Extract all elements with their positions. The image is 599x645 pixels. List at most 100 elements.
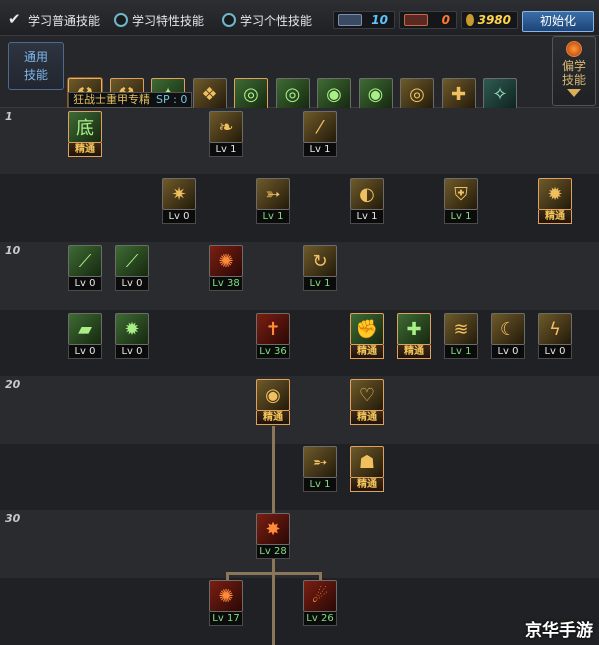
skill-slot[interactable]: ✺ Lv 38 bbox=[209, 245, 243, 291]
skill-slot[interactable]: ♡ 精通 bbox=[350, 379, 384, 425]
chevron-down-icon bbox=[567, 89, 581, 97]
level-marker: 30 bbox=[5, 512, 21, 525]
skill-slot[interactable]: ↻ Lv 1 bbox=[303, 245, 337, 291]
skill-level-label: Lv 38 bbox=[209, 277, 243, 291]
skill-icon: ❧ bbox=[209, 111, 243, 143]
skill-icon: ➳ bbox=[256, 178, 290, 210]
skill-level-label: Lv 36 bbox=[256, 345, 290, 359]
skill-level-label: 精通 bbox=[397, 345, 431, 359]
skill-icon: ↻ bbox=[303, 245, 337, 277]
watermark: 京华手游 bbox=[525, 621, 593, 641]
top-bar: ✔ 学习普通技能 学习特性技能 学习个性技能 10 0 3980 初始化 bbox=[0, 0, 599, 36]
common-skills-button[interactable]: 通用技能 bbox=[8, 42, 64, 90]
skill-level-label: Lv 1 bbox=[350, 210, 384, 224]
skill-icon: ✚ bbox=[441, 78, 476, 110]
skill-slot[interactable]: ⟋ Lv 0 bbox=[68, 245, 102, 291]
skill-slot[interactable]: ☾ Lv 0 bbox=[491, 313, 525, 359]
skill-icon: ✺ bbox=[209, 580, 243, 612]
skill-icon: ✧ bbox=[483, 78, 517, 110]
skill-icon: ➵ bbox=[303, 446, 337, 478]
skill-level-label: 精通 bbox=[68, 143, 102, 157]
radio-icon bbox=[114, 13, 128, 27]
skill-slot[interactable]: ✹ 精通 bbox=[538, 178, 572, 224]
ribbon-icon bbox=[404, 14, 428, 26]
skill-slot[interactable]: ✊ 精通 bbox=[350, 313, 384, 359]
skill-icon: ▰ bbox=[68, 313, 102, 345]
sp-value: 10 bbox=[371, 13, 388, 27]
skill-icon: ⟋ bbox=[68, 245, 102, 277]
skill-level-label: Lv 26 bbox=[303, 612, 337, 626]
skill-level-label: Lv 17 bbox=[209, 612, 243, 626]
skill-level-label: Lv 1 bbox=[444, 345, 478, 359]
skill-level-label: Lv 28 bbox=[256, 545, 290, 559]
skill-slot[interactable]: ▰ Lv 0 bbox=[68, 313, 102, 359]
skill-slot[interactable]: ❧ Lv 1 bbox=[209, 111, 243, 157]
tab-normal-skills[interactable]: ✔ 学习普通技能 bbox=[8, 10, 100, 30]
skill-slot[interactable]: ≋ Lv 1 bbox=[444, 313, 478, 359]
skill-icon: ✝ bbox=[256, 313, 290, 345]
tooltip-skill-name: 狂战士重甲专精 bbox=[73, 93, 150, 106]
skill-slot[interactable]: 底精通 bbox=[68, 111, 102, 157]
skill-icon: ≋ bbox=[444, 313, 478, 345]
skill-slot[interactable]: ⁄ Lv 1 bbox=[303, 111, 337, 157]
skill-level-label: Lv 1 bbox=[303, 478, 337, 492]
tab-trait-skills[interactable]: 学习特性技能 bbox=[114, 10, 204, 30]
unique-skills-button[interactable]: 偏学技能 bbox=[552, 36, 596, 106]
skill-icon: ☾ bbox=[491, 313, 525, 345]
skill-slot[interactable]: ➵ Lv 1 bbox=[303, 446, 337, 492]
tree-connector bbox=[226, 572, 322, 575]
ribbon-icon bbox=[338, 14, 362, 26]
skill-level-label: Lv 0 bbox=[68, 277, 102, 291]
skill-icon: ✷ bbox=[162, 178, 196, 210]
tab-normal-skills-label: 学习普通技能 bbox=[28, 13, 101, 28]
skill-level-label: Lv 1 bbox=[256, 210, 290, 224]
tree-row: 30 bbox=[0, 510, 599, 578]
tab-personal-skills[interactable]: 学习个性技能 bbox=[222, 10, 312, 30]
common-skills-label: 通用技能 bbox=[23, 50, 48, 82]
reset-button[interactable]: 初始化 bbox=[522, 11, 594, 32]
skill-level-label: 精通 bbox=[538, 210, 572, 224]
tp-counter: 0 bbox=[399, 11, 457, 29]
skill-icon: ✊ bbox=[350, 313, 384, 345]
skill-level-label: Lv 0 bbox=[538, 345, 572, 359]
unique-skills-label: 偏学技能 bbox=[561, 59, 586, 87]
skill-slot[interactable]: ⟋ Lv 0 bbox=[115, 245, 149, 291]
flame-icon bbox=[566, 41, 582, 57]
skill-slot[interactable]: ➳ Lv 1 bbox=[256, 178, 290, 224]
sp-counter: 10 bbox=[333, 11, 395, 29]
skill-icon: ◉ bbox=[256, 379, 290, 411]
skill-icon: ♡ bbox=[350, 379, 384, 411]
gold-value: 3980 bbox=[477, 13, 511, 27]
checkmark-icon: ✔ bbox=[8, 10, 21, 28]
skill-icon: ϟ bbox=[538, 313, 572, 345]
skill-icon: 底 bbox=[68, 111, 102, 143]
skill-level-label: Lv 1 bbox=[303, 143, 337, 157]
skill-icon: ◉ bbox=[317, 78, 351, 110]
tree-connector bbox=[272, 426, 275, 516]
skill-tooltip: 狂战士重甲专精 SP : 0 bbox=[68, 92, 193, 108]
skill-icon: ◐ bbox=[350, 178, 384, 210]
skill-level-label: Lv 1 bbox=[209, 143, 243, 157]
skill-slot[interactable]: ☗ 精通 bbox=[350, 446, 384, 492]
skill-slot[interactable]: ✹ Lv 0 bbox=[115, 313, 149, 359]
skill-level-label: Lv 0 bbox=[162, 210, 196, 224]
skill-slot[interactable]: ◐ Lv 1 bbox=[350, 178, 384, 224]
skill-icon: ◎ bbox=[400, 78, 434, 110]
skill-slot[interactable]: ✷ Lv 0 bbox=[162, 178, 196, 224]
skill-icon: ⛨ bbox=[444, 178, 478, 210]
skill-icon: ✺ bbox=[209, 245, 243, 277]
skill-slot[interactable]: ✚ 精通 bbox=[397, 313, 431, 359]
skill-icon: ✸ bbox=[256, 513, 290, 545]
skill-slot[interactable]: ⛨ Lv 1 bbox=[444, 178, 478, 224]
skill-slot[interactable]: ✝ Lv 36 bbox=[256, 313, 290, 359]
level-marker: 10 bbox=[5, 244, 21, 257]
skill-slot[interactable]: ☄ Lv 26 bbox=[303, 580, 337, 626]
skill-slot[interactable]: ✺ Lv 17 bbox=[209, 580, 243, 626]
skill-icon: ☗ bbox=[350, 446, 384, 478]
skill-slot[interactable]: ✸ Lv 28 bbox=[256, 513, 290, 559]
skill-level-label: Lv 1 bbox=[303, 277, 337, 291]
skill-level-label: 精通 bbox=[256, 411, 290, 425]
skill-slot[interactable]: ϟ Lv 0 bbox=[538, 313, 572, 359]
skill-slot[interactable]: ◉ 精通 bbox=[256, 379, 290, 425]
skill-icon: ⁄ bbox=[303, 111, 337, 143]
